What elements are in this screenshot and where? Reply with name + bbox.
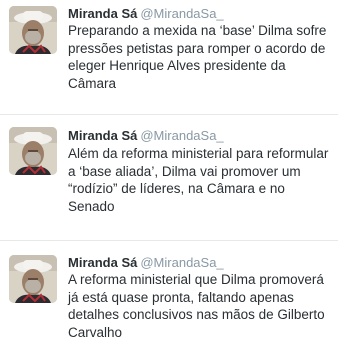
tweet-header: Miranda Sá @MirandaSa_ (68, 255, 224, 271)
author-handle[interactable]: @MirandaSa_ (140, 255, 223, 270)
tweet-item[interactable]: Miranda Sá @MirandaSa_ A reforma minister… (0, 241, 338, 348)
tweet-item[interactable]: Miranda Sá @MirandaSa_ Além da reforma mi… (0, 115, 338, 240)
author-handle[interactable]: @MirandaSa_ (140, 128, 223, 143)
tweet-header: Miranda Sá @MirandaSa_ (68, 128, 224, 144)
author-name[interactable]: Miranda Sá (68, 6, 137, 21)
tweet-item[interactable]: Miranda Sá @MirandaSa_ Preparando a mexid… (0, 0, 338, 114)
avatar[interactable] (9, 255, 57, 303)
author-handle[interactable]: @MirandaSa_ (140, 6, 223, 21)
avatar[interactable] (9, 127, 57, 175)
avatar[interactable] (9, 6, 57, 54)
author-name[interactable]: Miranda Sá (68, 255, 137, 270)
tweet-header: Miranda Sá @MirandaSa_ (68, 6, 224, 22)
tweet-text: A reforma ministerial que Dilma promover… (68, 272, 325, 340)
author-name[interactable]: Miranda Sá (68, 128, 137, 143)
tweet-text: Preparando a mexida na ‘base’ Dilma sofr… (68, 23, 327, 91)
tweet-text: Além da reforma ministerial para reformu… (68, 146, 329, 214)
